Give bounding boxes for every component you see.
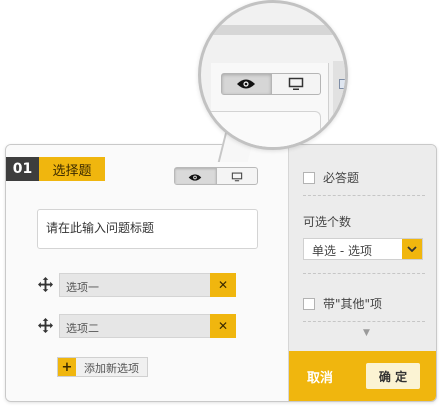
option-row-1: 选项一 ✕ <box>37 273 238 297</box>
delete-option-button-1[interactable]: ✕ <box>210 273 236 297</box>
close-icon: ✕ <box>217 278 229 292</box>
other-option-checkbox[interactable] <box>303 297 315 310</box>
view-mode-toggle <box>174 167 258 185</box>
move-icon[interactable] <box>37 317 53 333</box>
confirm-button[interactable]: 确 定 <box>366 363 420 389</box>
choice-count-label: 可选个数 <box>303 215 352 229</box>
add-option-label: 添加新选项 <box>84 362 139 375</box>
move-icon[interactable] <box>37 276 53 292</box>
option-input-1[interactable]: 选项一 <box>59 273 210 297</box>
zoomed-monitor-icon <box>270 74 321 94</box>
option-input-2[interactable]: 选项二 <box>59 314 210 338</box>
monitor-icon <box>231 167 243 186</box>
required-checkbox[interactable] <box>303 171 315 184</box>
choice-count-select[interactable]: 单选 - 选项 <box>303 238 423 260</box>
other-option-label: 带"其他"项 <box>323 297 383 311</box>
question-title-input[interactable]: 请在此输入问题标题 <box>37 209 258 249</box>
delete-option-button-2[interactable]: ✕ <box>210 314 236 338</box>
settings-footer: 取消 确 定 <box>289 351 436 401</box>
expand-more-icon[interactable]: ▼ <box>363 328 370 338</box>
choice-count-value: 单选 - 选项 <box>312 244 372 258</box>
zoomed-checkbox <box>339 79 345 89</box>
other-option[interactable]: 带"其他"项 <box>303 295 382 312</box>
close-icon: ✕ <box>217 319 229 333</box>
option-row-2: 选项二 ✕ <box>37 314 238 338</box>
question-number: 01 <box>6 157 39 181</box>
cancel-button[interactable]: 取消 <box>307 367 333 386</box>
divider <box>303 195 425 196</box>
question-type-label: 选择题 <box>39 157 105 181</box>
zoomed-eye-icon <box>222 74 271 94</box>
preview-button[interactable] <box>175 168 216 184</box>
zoomed-toolbar-strip <box>201 25 345 35</box>
required-option[interactable]: 必答题 <box>303 169 359 186</box>
plus-icon: + <box>58 358 76 376</box>
divider <box>303 273 425 274</box>
magnifier-callout <box>198 0 348 150</box>
desktop-view-button[interactable] <box>215 167 258 186</box>
required-label: 必答题 <box>323 171 360 185</box>
chevron-down-icon[interactable] <box>402 239 422 259</box>
add-option-button[interactable]: + 添加新选项 <box>57 357 148 377</box>
question-editor: 01 选择题 请在此输入问题标题 选项一 ✕ 选项二 ✕ + 添加新选项 <box>6 145 288 401</box>
question-settings-panel: 必答题 可选个数 单选 - 选项 带"其他"项 ▼ 取消 确 定 <box>288 145 436 401</box>
divider <box>303 321 425 322</box>
zoomed-card-corner <box>211 111 321 147</box>
eye-icon <box>188 167 202 186</box>
question-editor-card: 01 选择题 请在此输入问题标题 选项一 ✕ 选项二 ✕ + 添加新选项 必答题… <box>5 144 437 402</box>
zoomed-view-toggle <box>221 73 321 95</box>
zoomed-sidebar <box>333 61 345 147</box>
